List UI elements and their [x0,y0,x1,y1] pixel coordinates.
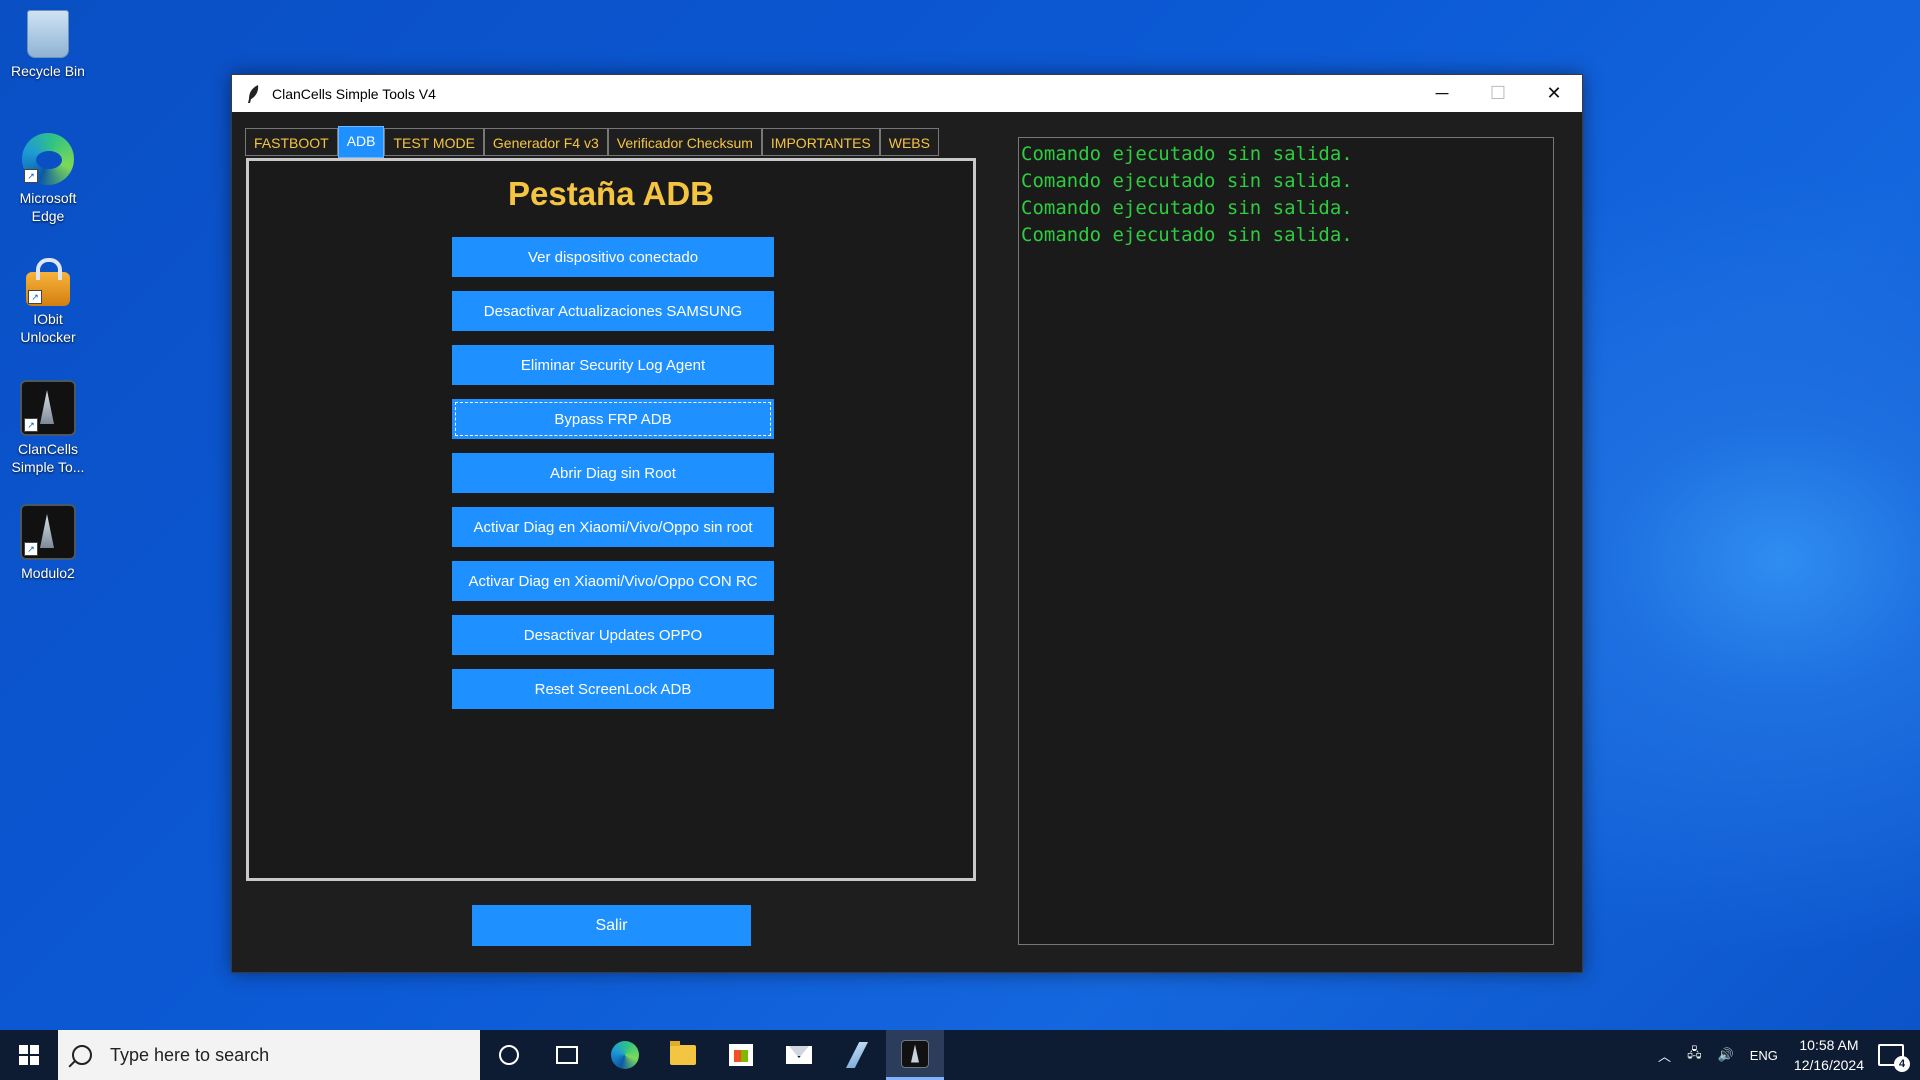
console-line: Comando ejecutado sin salida. [1021,197,1353,219]
desktop-icon-modulo2[interactable]: ↗ Modulo2 [4,504,92,582]
recycle-bin-icon [27,10,69,58]
taskbar-edge[interactable] [596,1030,654,1080]
tab-generador-f4[interactable]: Generador F4 v3 [483,128,608,156]
bypass-frp-button[interactable]: Bypass FRP ADB [452,399,774,439]
desactivar-updates-oppo-button[interactable]: Desactivar Updates OPPO [452,615,774,655]
search-icon [72,1045,92,1065]
task-view-button[interactable] [538,1030,596,1080]
edge-icon [611,1041,639,1069]
tab-webs[interactable]: WEBS [879,128,939,156]
tab-verificador-checksum[interactable]: Verificador Checksum [607,128,762,156]
taskbar-search-box[interactable]: Type here to search [58,1030,480,1080]
clancells-icon [901,1039,929,1068]
clancells-icon: ↗ [20,380,76,436]
volume-icon[interactable]: 🔊 [1718,1047,1734,1063]
activar-diag-con-rc-button[interactable]: Activar Diag en Xiaomi/Vivo/Oppo CON RC [452,561,774,601]
clock-date: 12/16/2024 [1793,1057,1864,1073]
taskbar-store[interactable] [712,1030,770,1080]
shortcut-arrow-icon: ↗ [24,169,38,183]
adb-tab-panel: Pestaña ADB Ver dispositivo conectado De… [246,158,976,881]
console-line: Comando ejecutado sin salida. [1021,224,1353,246]
search-placeholder: Type here to search [110,1044,270,1065]
tab-test-mode[interactable]: TEST MODE [384,128,484,156]
desactivar-actualizaciones-samsung-button[interactable]: Desactivar Actualizaciones SAMSUNG [452,291,774,331]
folder-icon [670,1041,696,1065]
desktop-icon-label: IObit Unlocker [20,311,76,345]
task-view-icon [556,1046,578,1064]
taskbar-feather-app[interactable] [828,1030,886,1080]
feather-icon [846,1042,868,1068]
tab-fastboot[interactable]: FASTBOOT [245,128,338,156]
shortcut-arrow-icon: ↗ [28,290,42,304]
salir-button[interactable]: Salir [472,905,751,946]
eliminar-security-log-button[interactable]: Eliminar Security Log Agent [452,345,774,385]
language-indicator[interactable]: ENG [1750,1048,1778,1063]
taskbar: Type here to search ︿ 🖧 🔊 ENG 10:58 AM 1… [0,1030,1920,1080]
minimize-button[interactable]: ─ [1414,75,1470,112]
desktop-icon-label: Modulo2 [21,565,75,581]
maximize-button[interactable]: ☐ [1470,75,1526,112]
clock[interactable]: 10:58 AM 12/16/2024 [1794,1035,1864,1075]
window-title: ClanCells Simple Tools V4 [272,85,436,102]
reset-screenlock-button[interactable]: Reset ScreenLock ADB [452,669,774,709]
activar-diag-sin-root-button[interactable]: Activar Diag en Xiaomi/Vivo/Oppo sin roo… [452,507,774,547]
edge-icon: ↗ [22,133,74,185]
desktop-icon-microsoft-edge[interactable]: ↗ Microsoft Edge [4,133,92,225]
action-button-list: Ver dispositivo conectado Desactivar Act… [452,237,774,723]
desktop-icon-label: Microsoft Edge [19,190,77,224]
tab-adb[interactable]: ADB [337,126,385,158]
close-button[interactable]: ✕ [1526,75,1582,112]
feather-icon [248,84,259,103]
output-console[interactable]: Comando ejecutado sin salida. Comando ej… [1018,137,1554,945]
tab-bar: FASTBOOT ADB TEST MODE Generador F4 v3 V… [245,126,939,158]
desktop-icon-clancells[interactable]: ↗ ClanCells Simple To... [4,380,92,476]
desktop-icon-recycle-bin[interactable]: Recycle Bin [4,10,92,80]
chevron-up-icon[interactable]: ︿ [1658,1046,1671,1065]
desktop-icon-label: Recycle Bin [11,63,85,79]
ver-dispositivo-button[interactable]: Ver dispositivo conectado [452,237,774,277]
system-tray: ︿ 🖧 🔊 ENG 10:58 AM 12/16/2024 4 [1650,1030,1920,1080]
panel-title: Pestaña ADB [507,175,714,212]
shortcut-arrow-icon: ↗ [24,418,38,432]
app-window: ClanCells Simple Tools V4 ─ ☐ ✕ FASTBOOT… [231,74,1583,973]
title-bar[interactable]: ClanCells Simple Tools V4 ─ ☐ ✕ [232,75,1582,112]
tab-importantes[interactable]: IMPORTANTES [761,128,880,156]
console-line: Comando ejecutado sin salida. [1021,170,1353,192]
store-icon [729,1044,753,1066]
windows-logo-icon [19,1045,39,1065]
taskbar-mail[interactable] [770,1030,828,1080]
shortcut-arrow-icon: ↗ [24,542,38,556]
modulo2-icon: ↗ [20,504,76,560]
abrir-diag-button[interactable]: Abrir Diag sin Root [452,453,774,493]
notification-count-badge: 4 [1894,1056,1910,1072]
notification-center-button[interactable]: 4 [1878,1044,1910,1072]
lock-icon: ↗ [26,258,70,306]
cortana-icon [499,1045,519,1065]
taskbar-clancells[interactable] [886,1030,944,1080]
mail-icon [786,1046,812,1064]
desktop-icon-iobit-unlocker[interactable]: ↗ IObit Unlocker [4,258,92,346]
cortana-button[interactable] [480,1030,538,1080]
desktop-icon-label: ClanCells Simple To... [11,441,85,475]
start-button[interactable] [0,1030,58,1080]
clock-time: 10:58 AM [1799,1037,1859,1053]
network-icon[interactable]: 🖧 [1687,1044,1702,1066]
taskbar-file-explorer[interactable] [654,1030,712,1080]
console-line: Comando ejecutado sin salida. [1021,143,1353,165]
